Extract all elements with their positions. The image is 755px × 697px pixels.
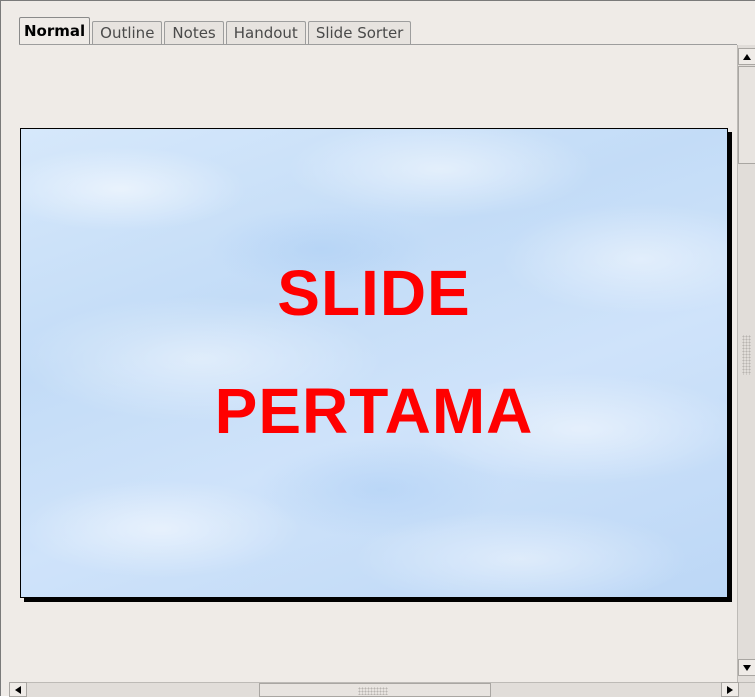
horizontal-scroll-thumb[interactable] bbox=[259, 683, 491, 697]
impress-main-view: Normal Outline Notes Handout Slide Sorte… bbox=[0, 0, 755, 697]
vertical-scrollbar[interactable] bbox=[737, 45, 755, 682]
vertical-grip-icon bbox=[742, 335, 751, 375]
scroll-down-button[interactable] bbox=[738, 659, 755, 676]
slide-work-area[interactable]: SLIDE PERTAMA bbox=[9, 45, 737, 682]
slide-title-line-2[interactable]: PERTAMA bbox=[21, 379, 727, 443]
slide-canvas[interactable]: SLIDE PERTAMA bbox=[20, 128, 728, 598]
arrow-right-icon bbox=[727, 685, 733, 694]
horizontal-grip-icon bbox=[358, 687, 388, 695]
slide-title-line-1[interactable]: SLIDE bbox=[21, 261, 727, 325]
scroll-up-button[interactable] bbox=[738, 48, 755, 65]
tab-handout[interactable]: Handout bbox=[225, 21, 306, 45]
tab-outline[interactable]: Outline bbox=[92, 21, 163, 45]
scroll-left-button[interactable] bbox=[9, 682, 27, 697]
vertical-scroll-thumb[interactable] bbox=[738, 66, 755, 164]
arrow-up-icon bbox=[743, 53, 751, 60]
arrow-left-icon bbox=[15, 685, 21, 694]
tab-slide-sorter[interactable]: Slide Sorter bbox=[307, 21, 412, 45]
scroll-right-button[interactable] bbox=[721, 682, 739, 697]
horizontal-scrollbar[interactable] bbox=[9, 682, 755, 697]
tab-normal[interactable]: Normal bbox=[19, 17, 91, 45]
arrow-down-icon bbox=[743, 664, 751, 671]
view-tab-bar: Normal Outline Notes Handout Slide Sorte… bbox=[19, 15, 413, 45]
tab-notes[interactable]: Notes bbox=[164, 21, 224, 45]
